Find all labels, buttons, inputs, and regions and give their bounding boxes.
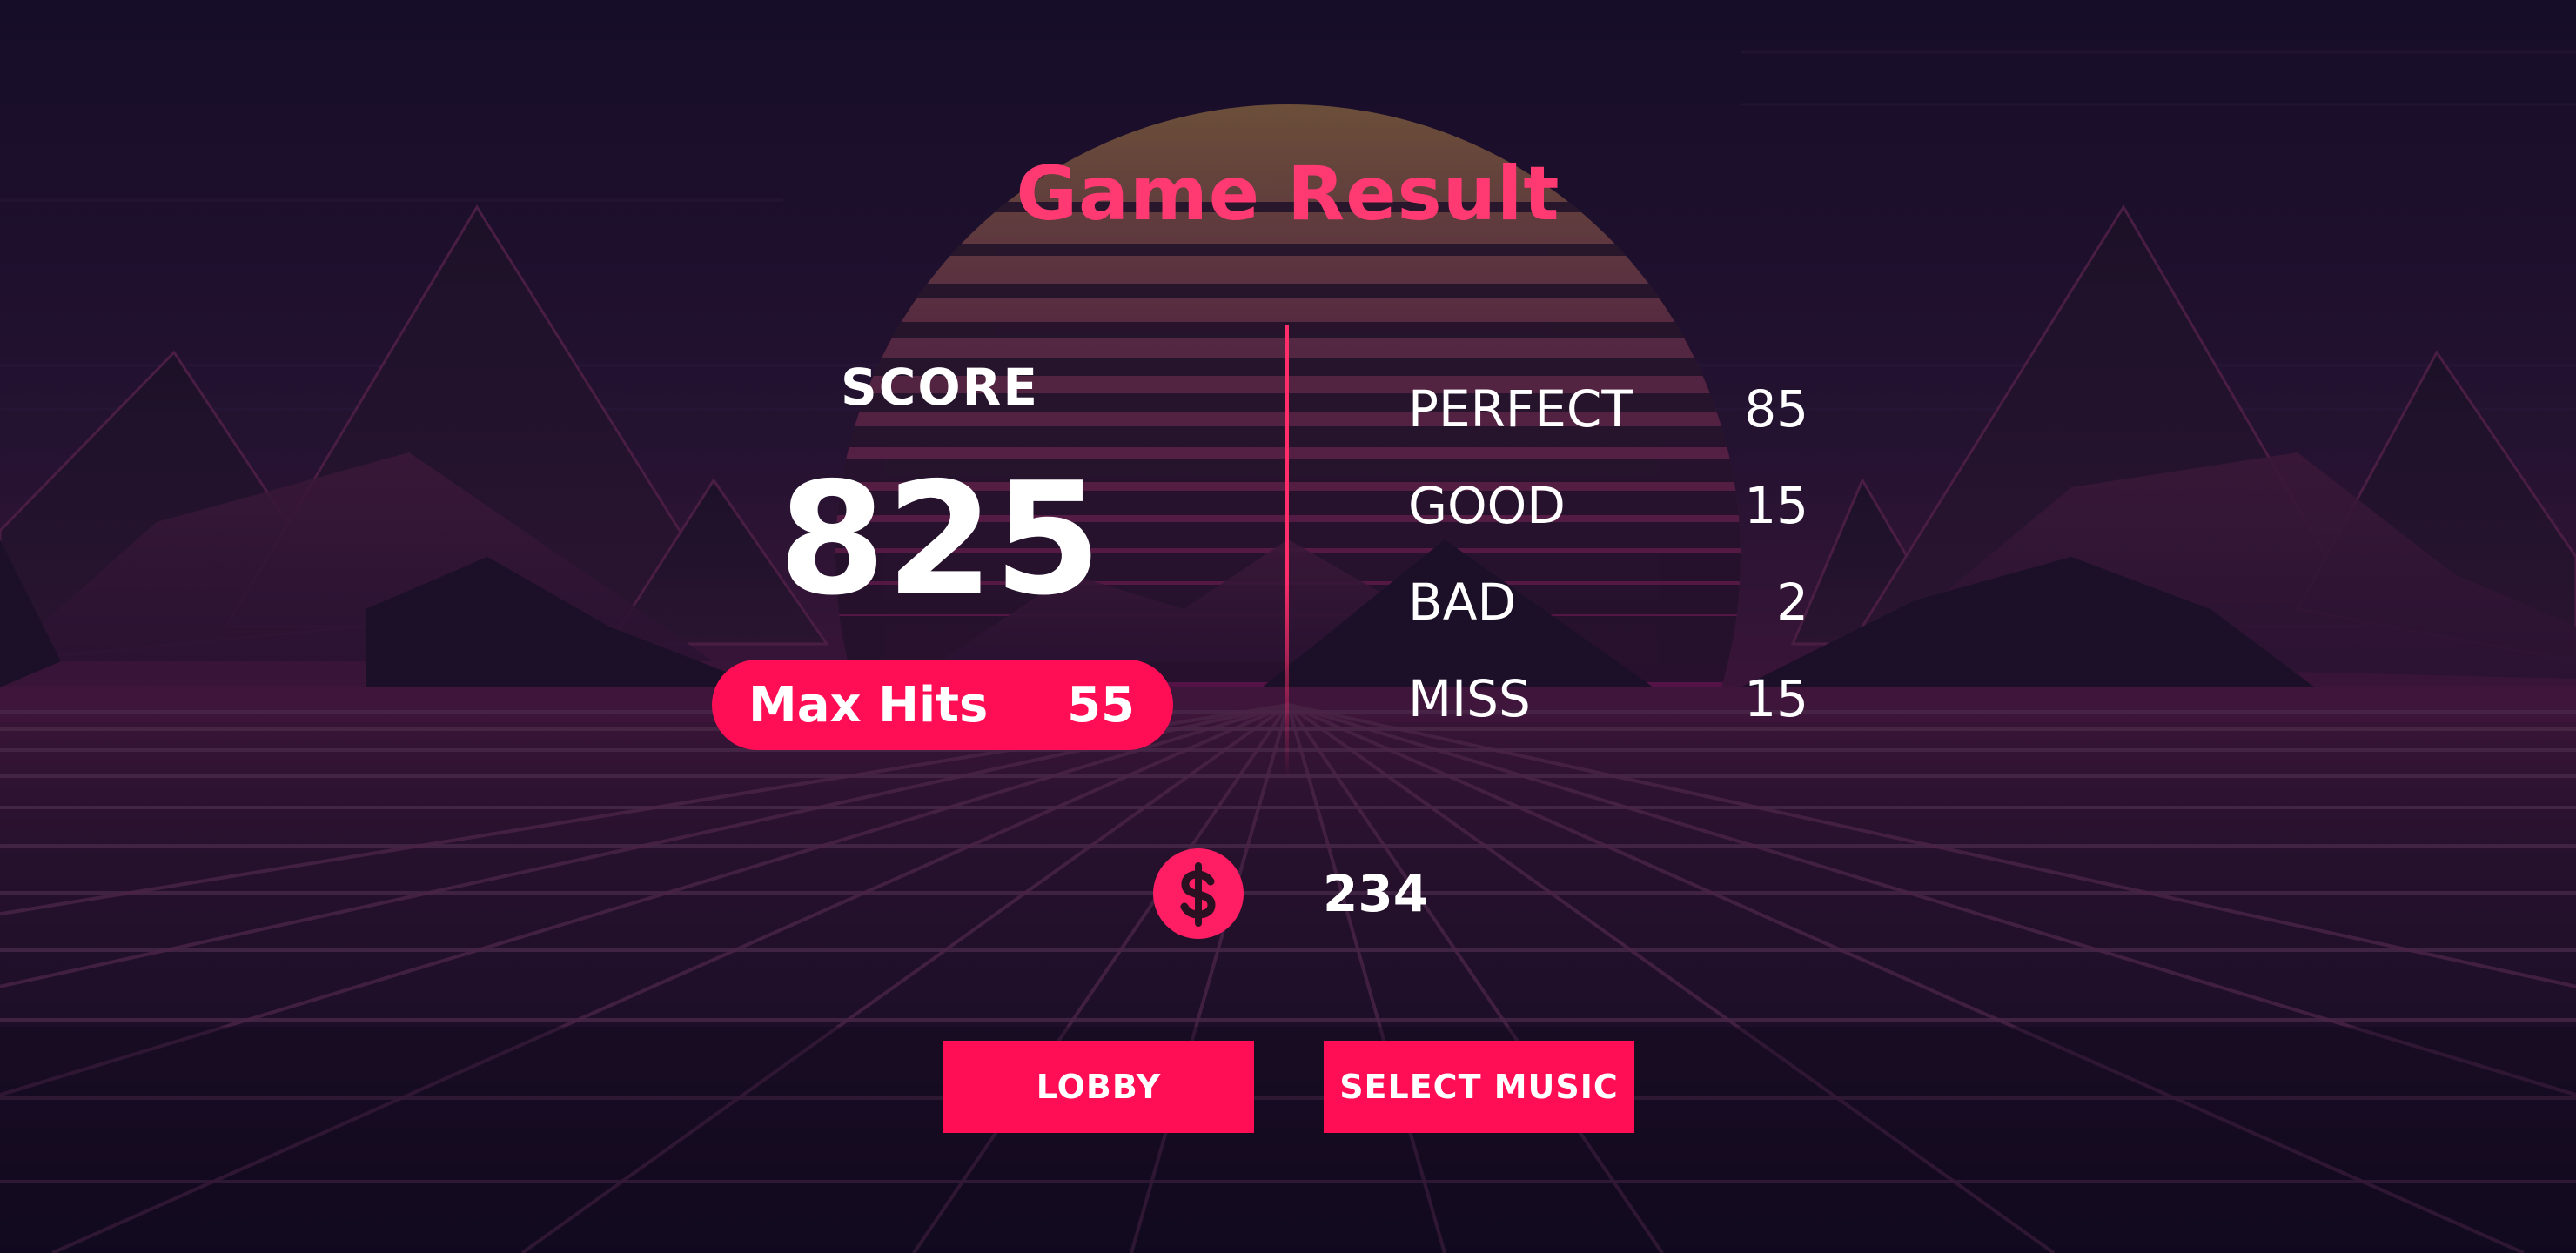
stat-row-bad: BAD 2	[1408, 553, 1808, 650]
select-music-button[interactable]: SELECT MUSIC	[1324, 1041, 1634, 1133]
stat-label: PERFECT	[1408, 379, 1633, 439]
stat-row-good: GOOD 15	[1408, 457, 1808, 553]
stat-label: GOOD	[1408, 475, 1566, 535]
coins-earned: 234	[1323, 864, 1429, 923]
stat-label: BAD	[1408, 572, 1517, 632]
stat-row-perfect: PERFECT 85	[1408, 360, 1808, 457]
game-result-screen: Game Result SCORE 825 Max Hits 55 PERFEC…	[0, 0, 2576, 1253]
page-title: Game Result	[1016, 151, 1560, 238]
lobby-button[interactable]: LOBBY	[943, 1041, 1254, 1133]
score-label: SCORE	[841, 358, 1039, 417]
score-value: 825	[778, 449, 1102, 629]
stat-count: 15	[1744, 475, 1808, 535]
dollar-coin-icon	[1153, 848, 1244, 939]
stat-label: MISS	[1408, 668, 1531, 728]
judgement-stats: PERFECT 85 GOOD 15 BAD 2 MISS 15	[1408, 360, 1808, 747]
stat-count: 85	[1744, 379, 1808, 439]
stat-count: 2	[1776, 572, 1808, 632]
stat-count: 15	[1744, 668, 1808, 728]
stat-row-miss: MISS 15	[1408, 650, 1808, 747]
max-hits-value: 55	[1067, 676, 1135, 734]
max-hits-badge: Max Hits 55	[712, 660, 1173, 750]
stats-divider	[1285, 325, 1289, 778]
max-hits-label: Max Hits	[748, 676, 989, 734]
